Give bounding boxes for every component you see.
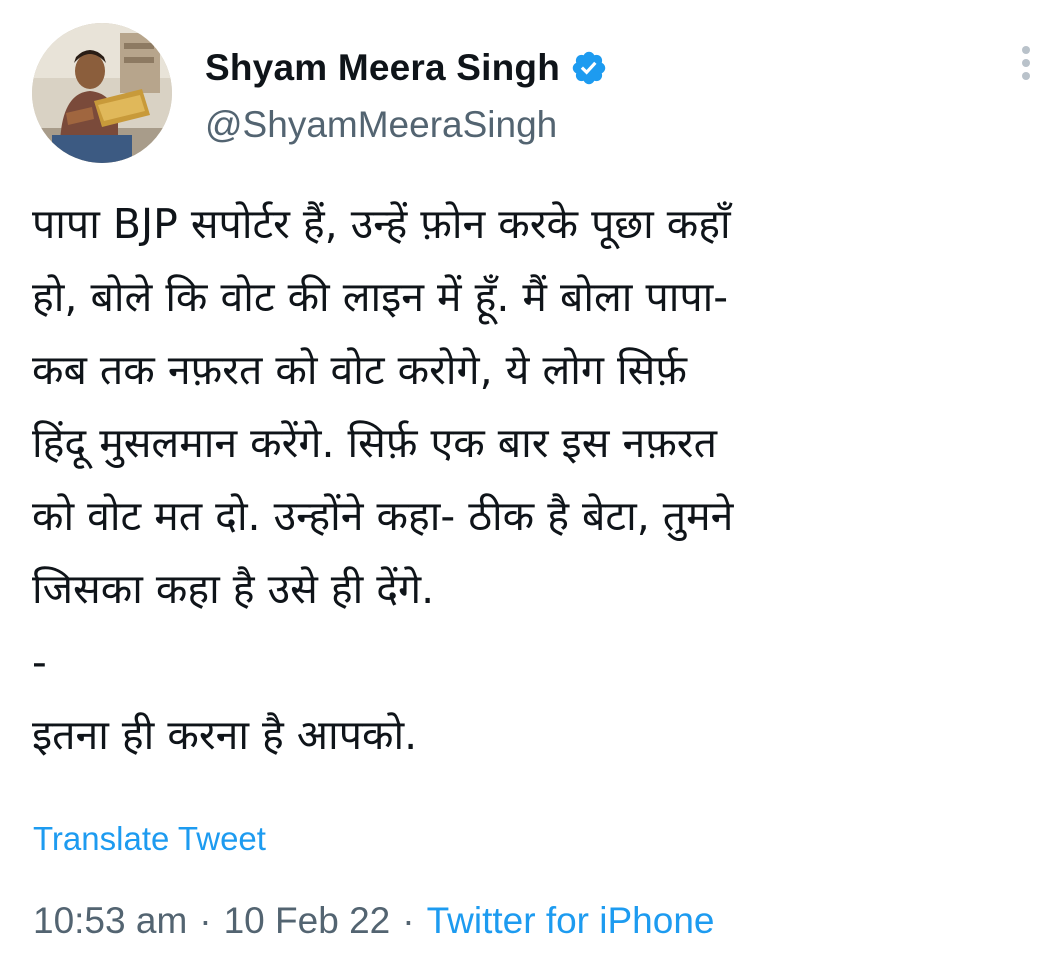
tweet-time[interactable]: 10:53 am xyxy=(33,900,187,942)
avatar[interactable] xyxy=(32,23,172,163)
meta-separator: · xyxy=(199,900,212,941)
verified-badge-icon xyxy=(572,51,606,85)
tweet-date[interactable]: 10 Feb 22 xyxy=(224,900,391,942)
author-name-row: Shyam Meera Singh xyxy=(205,44,608,92)
author-handle[interactable]: @ShyamMeeraSingh xyxy=(205,104,557,146)
tweet-text: पापा BJP सपोर्टर हैं, उन्हें फ़ोन करके प… xyxy=(32,200,734,759)
tweet-source-link[interactable]: Twitter for iPhone xyxy=(427,900,715,942)
more-options-icon[interactable] xyxy=(1014,46,1038,86)
avatar-image xyxy=(32,23,172,163)
meta-separator: · xyxy=(402,900,415,941)
author-display-name[interactable]: Shyam Meera Singh xyxy=(205,47,560,89)
translate-tweet-link[interactable]: Translate Tweet xyxy=(33,820,266,858)
tweet-metadata: 10:53 am · 10 Feb 22 · Twitter for iPhon… xyxy=(33,900,714,942)
tweet-card: Shyam Meera Singh @ShyamMeeraSingh पापा … xyxy=(0,0,1049,980)
